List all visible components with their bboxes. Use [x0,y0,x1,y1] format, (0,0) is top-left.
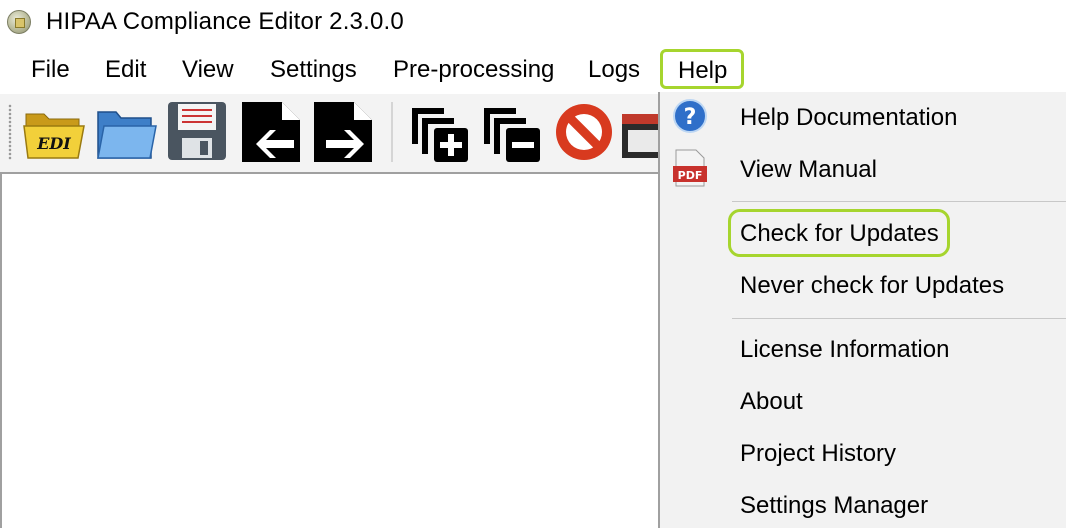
document-workspace[interactable] [0,172,660,528]
menu-help-label: Help [678,57,728,84]
menu-file[interactable]: File [31,56,70,84]
no-entry-icon [556,104,612,160]
menu-logs[interactable]: Logs [588,56,640,84]
menu-item-check-for-updates[interactable]: Check for Updates [740,220,939,248]
title-bar: HIPAA Compliance Editor 2.3.0.0 [0,0,1066,46]
edi-label: EDI [36,134,71,153]
menu-edit[interactable]: Edit [105,56,146,84]
export-file-icon [314,102,372,162]
import-file-icon [242,102,300,162]
app-icon [7,10,31,34]
remove-copy-icon [484,108,540,162]
menu-item-view-manual[interactable]: View Manual [740,156,877,184]
menu-item-about[interactable]: About [740,388,803,416]
save-disk-icon [168,102,226,160]
window-icon [622,114,660,158]
add-copy-icon [412,108,468,162]
svg-text:?: ? [684,105,697,130]
window-title: HIPAA Compliance Editor 2.3.0.0 [46,8,404,35]
open-folder-button[interactable] [94,100,158,164]
menu-bar: File Edit View Settings Pre-processing L… [0,46,1066,94]
pdf-icon-label: PDF [678,169,703,182]
menu-separator [732,201,1066,202]
save-button[interactable] [166,100,230,164]
remove-copy-button[interactable] [480,100,544,164]
menu-item-project-history[interactable]: Project History [740,440,896,468]
menu-settings[interactable]: Settings [270,56,357,84]
export-button[interactable] [312,100,376,164]
menu-item-help-documentation[interactable]: Help Documentation [740,104,957,132]
help-menu-dropdown: ? Help Documentation PDF View Manual Che… [658,92,1066,528]
menu-view[interactable]: View [182,56,234,84]
pdf-icon: PDF [670,148,710,193]
help-question-icon: ? [672,98,708,139]
edi-folder-button[interactable]: EDI [22,100,86,164]
add-copy-button[interactable] [408,100,472,164]
import-button[interactable] [240,100,304,164]
menu-item-never-check-for-updates[interactable]: Never check for Updates [740,272,1004,300]
window-button[interactable] [620,100,660,164]
menu-item-license-information[interactable]: License Information [740,336,949,364]
toolbar-grip[interactable] [8,104,12,160]
toolbar: EDI [0,94,660,172]
menu-pre-processing[interactable]: Pre-processing [393,56,554,84]
edi-folder-icon: EDI [23,113,85,159]
cancel-button[interactable] [552,100,616,164]
toolbar-separator [391,102,393,162]
menu-item-settings-manager[interactable]: Settings Manager [740,492,928,520]
menu-help[interactable]: Help [660,49,744,89]
menu-separator [732,318,1066,319]
open-folder-icon [97,111,157,159]
